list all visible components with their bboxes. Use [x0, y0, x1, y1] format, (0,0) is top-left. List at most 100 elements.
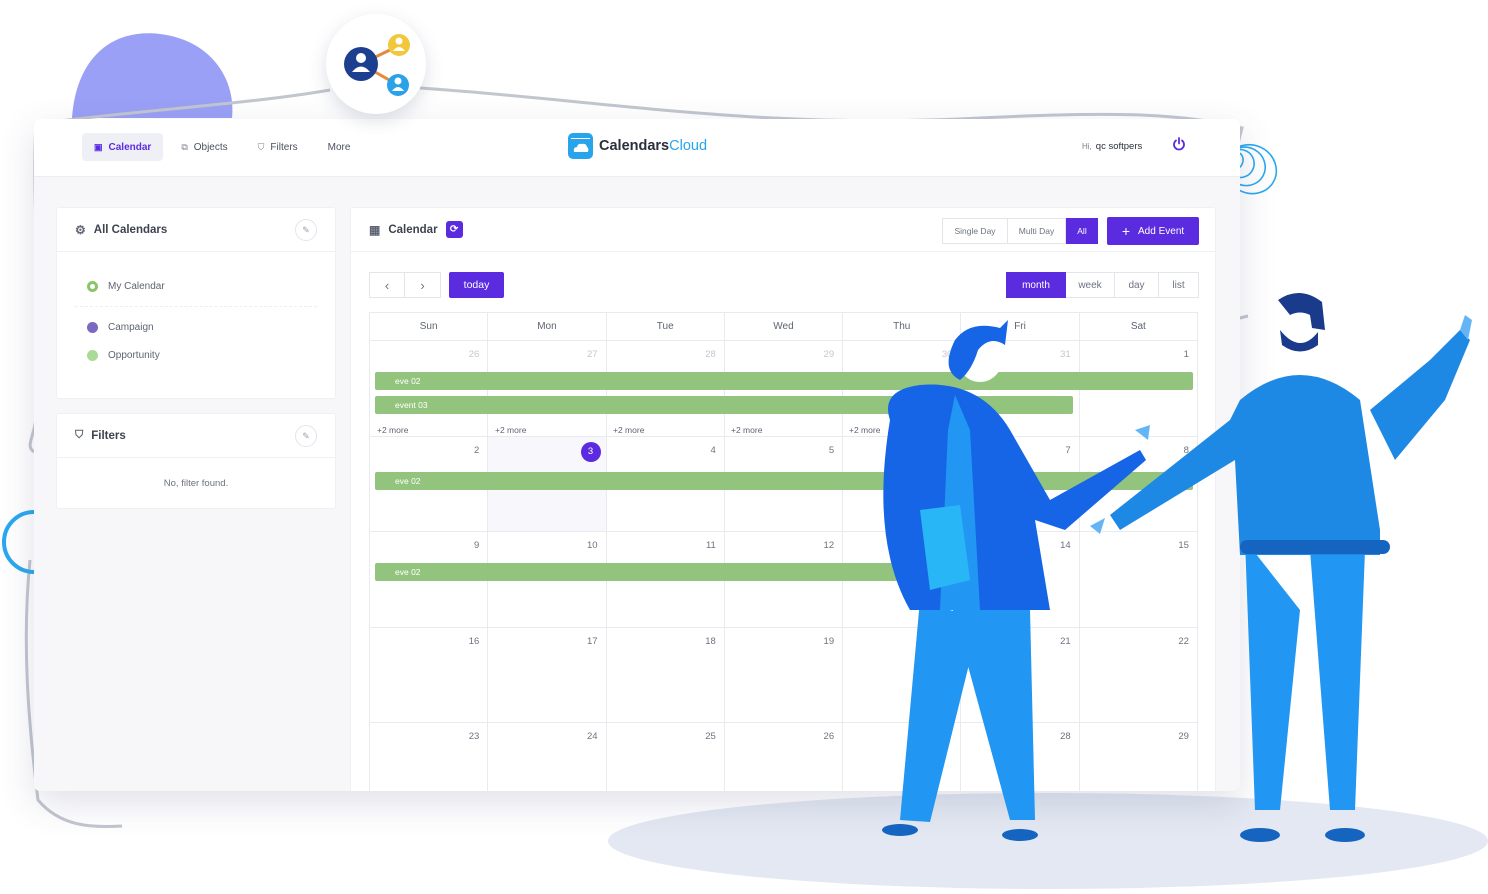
day-cell[interactable]: 19 [724, 627, 844, 723]
nav-calendar-label: Calendar [108, 141, 152, 153]
day-number: 26 [468, 349, 480, 360]
main-nav: ▣ Calendar ⧉ Objects ⛉ Filters More [82, 133, 362, 161]
day-number: 25 [705, 731, 716, 742]
man-figure [1090, 292, 1472, 842]
day-number: 2 [473, 444, 480, 456]
more-link[interactable]: +2 more [613, 425, 644, 435]
today-button[interactable]: today [449, 272, 504, 298]
calendar-icon: ▦ [369, 222, 381, 237]
day-number: 10 [586, 540, 598, 551]
more-link[interactable]: +2 more [495, 425, 526, 435]
nav-objects-label: Objects [193, 141, 228, 153]
day-number: 28 [705, 349, 716, 360]
brand-name-light: Cloud [669, 138, 708, 154]
day-cell[interactable]: 16 [370, 627, 489, 723]
day-cell[interactable]: 17 [488, 627, 607, 723]
all-calendars-panel: ⚙ All Calendars ✎ My Calendar Campaign Op… [56, 207, 336, 399]
gear-icon: ⚙ [75, 222, 86, 237]
nav-more-label: More [327, 141, 351, 153]
all-calendars-header: ⚙ All Calendars [57, 208, 335, 252]
multi-day-button[interactable]: Multi Day [1008, 218, 1066, 244]
nav-calendar[interactable]: ▣ Calendar [82, 133, 164, 161]
all-calendars-title: All Calendars [93, 223, 168, 236]
divider [75, 306, 317, 307]
edit-filters-button[interactable]: ✎ [295, 425, 317, 447]
power-icon[interactable] [1172, 137, 1186, 151]
people-illustration [882, 292, 1472, 842]
calendar-item-label: Campaign [108, 321, 154, 333]
user-greeting: Hi, [1082, 142, 1092, 151]
add-event-button[interactable]: + Add Event [1107, 217, 1199, 245]
day-cell[interactable]: 26 [725, 723, 844, 791]
dow-tue: Tue [606, 313, 725, 341]
day-number: 4 [710, 444, 716, 456]
refresh-icon[interactable]: ⟳ [445, 221, 463, 238]
nav-filters-label: Filters [270, 141, 298, 153]
day-range-toggle: Single Day Multi Day All [942, 218, 1098, 244]
user-menu[interactable]: Hi, qc softpers [1082, 141, 1142, 152]
brand-logo[interactable]: CalendarsCloud [568, 133, 707, 159]
day-number: 23 [468, 731, 480, 742]
day-number: 11 [705, 540, 716, 551]
all-button[interactable]: All [1066, 218, 1098, 244]
day-cell[interactable]: 23 [370, 723, 489, 791]
day-cell[interactable]: 25 [607, 723, 725, 791]
share-network-icon [326, 14, 426, 114]
nav-more[interactable]: More [316, 133, 363, 161]
dow-sun: Sun [370, 313, 489, 341]
day-number: 16 [468, 635, 480, 647]
day-cell[interactable]: 24 [488, 723, 607, 791]
day-number: 12 [823, 540, 835, 551]
woman-figure [882, 320, 1150, 841]
edit-calendars-button[interactable]: ✎ [295, 219, 317, 241]
day-number: 26 [823, 731, 835, 742]
no-filter-text: No, filter found. [163, 478, 229, 489]
day-number: 17 [586, 635, 598, 647]
prev-button[interactable]: ‹ [369, 272, 405, 298]
plus-icon: + [1121, 223, 1131, 239]
top-navbar: ▣ Calendar ⧉ Objects ⛉ Filters More Calenda… [34, 119, 1240, 177]
cloud-calendar-icon [568, 133, 593, 159]
nav-objects[interactable]: ⧉ Objects [169, 133, 239, 161]
calendar-item-my-calendar[interactable]: My Calendar [57, 272, 335, 300]
calendar-icon: ▣ [94, 141, 103, 152]
calendar-item-label: My Calendar [108, 280, 165, 292]
brand-name-bold: Calendars [599, 138, 670, 154]
more-link[interactable]: +2 more [731, 425, 762, 435]
filter-icon: ⛉ [257, 141, 265, 152]
edit-icon: ✎ [302, 224, 310, 235]
next-button[interactable]: › [405, 272, 441, 298]
day-number: 19 [823, 635, 835, 647]
day-number: 24 [586, 731, 598, 742]
day-number: 27 [586, 349, 598, 360]
calendar-title: Calendar [388, 223, 438, 236]
day-number: 29 [823, 349, 835, 360]
filters-header: ⛉ Filters [57, 414, 335, 458]
day-cell[interactable]: 18 [606, 627, 725, 723]
day-number: 5 [828, 444, 835, 456]
filters-panel: ⛉ Filters ✎ No, filter found. [56, 413, 336, 509]
objects-icon: ⧉ [181, 141, 188, 152]
brand-name: CalendarsCloud [599, 138, 707, 154]
filters-title: Filters [91, 429, 126, 442]
day-number: 9 [473, 540, 480, 551]
campaign-dot [87, 321, 98, 333]
calendar-item-label: Opportunity [108, 349, 160, 361]
single-day-button[interactable]: Single Day [942, 218, 1008, 244]
user-name: qc softpers [1095, 141, 1143, 152]
nav-filters[interactable]: ⛉ Filters [246, 133, 310, 161]
today-marker: 3 [580, 441, 601, 462]
opportunity-dot [87, 349, 98, 361]
calendar-item-opportunity[interactable]: Opportunity [57, 341, 335, 369]
calendar-item-campaign[interactable]: Campaign [57, 313, 335, 341]
day-number: 18 [705, 635, 716, 647]
stage: ▣ Calendar ⧉ Objects ⛉ Filters More Calenda… [0, 0, 1488, 894]
dow-mon: Mon [488, 313, 607, 341]
filter-icon: ⛉ [75, 429, 84, 441]
date-navigation: ‹ › today [369, 272, 504, 298]
edit-icon: ✎ [302, 430, 310, 441]
dow-wed: Wed [724, 313, 844, 341]
my-calendar-dot [87, 280, 98, 292]
more-link[interactable]: +2 more [377, 425, 408, 435]
add-event-label: Add Event [1138, 225, 1185, 237]
